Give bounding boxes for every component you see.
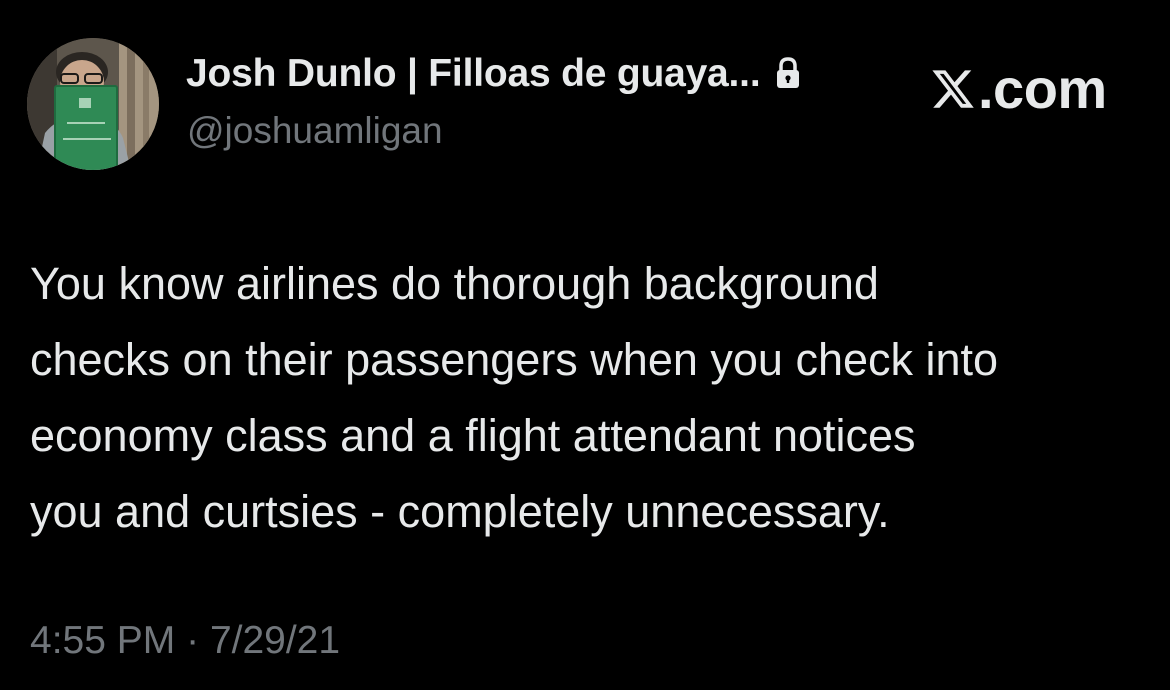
timestamp-separator: · [186, 619, 200, 662]
tweet-date: 7/29/21 [209, 619, 341, 662]
brand-domain-suffix: .com [978, 57, 1107, 120]
tweet-time: 4:55 PM [30, 619, 176, 662]
author-display-name[interactable]: Josh Dunlo | Filloas de guaya... [186, 52, 761, 96]
brand-logo: .com [930, 56, 1107, 121]
lock-icon [774, 57, 802, 91]
author-name-row: Josh Dunlo | Filloas de guaya... [186, 52, 802, 96]
avatar[interactable] [27, 38, 159, 170]
author-handle[interactable]: @joshuamligan [187, 110, 443, 152]
x-logo-icon [932, 69, 974, 108]
tweet-text: You know airlines do thorough background… [30, 258, 999, 537]
avatar-photo [27, 38, 159, 170]
tweet-timestamp[interactable]: 4:55 PM · 7/29/21 [30, 619, 340, 663]
